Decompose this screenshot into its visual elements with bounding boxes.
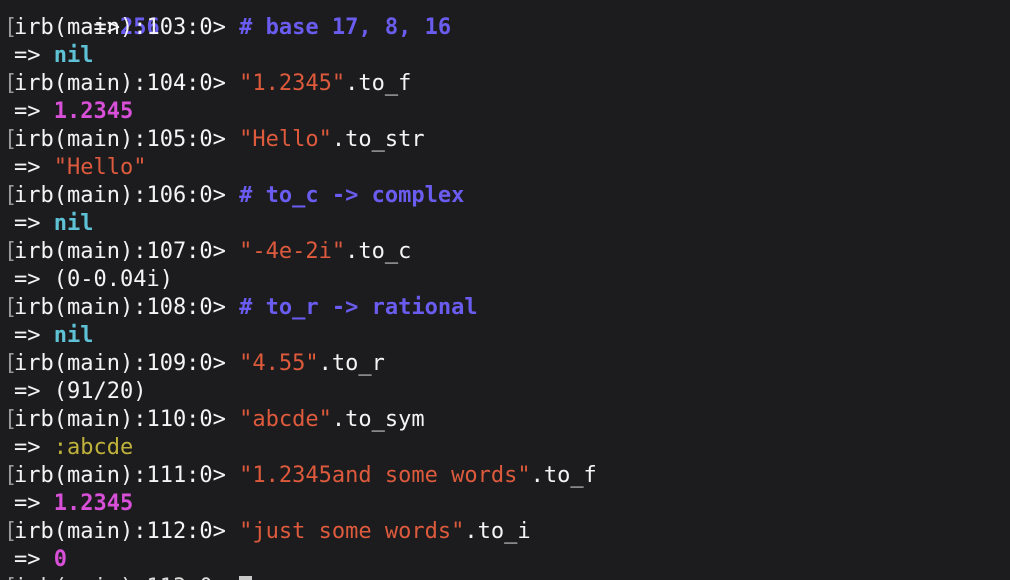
input-line: [irb(main):106:0> # to_c -> complex — [0, 182, 1010, 210]
input-method: .to_sym — [331, 407, 425, 432]
input-line: [irb(main):111:0> "1.2345and some words"… — [0, 462, 1010, 490]
irb-prompt: irb(main):106:0> — [14, 183, 240, 208]
input-string: "abcde" — [239, 407, 332, 432]
irb-prompt: irb(main):103:0> — [14, 15, 240, 40]
terminal-window[interactable]: =>256 [irb(main):103:0> # base 17, 8, 16… — [0, 0, 1010, 580]
line-marker: [ — [4, 407, 18, 432]
input-method: .to_c — [345, 239, 412, 264]
result-value: 1.2345 — [53, 491, 134, 516]
line-marker: [ — [4, 71, 18, 96]
line-marker: [ — [4, 15, 18, 40]
input-comment: # to_r -> rational — [239, 295, 478, 320]
result-line: => (91/20) — [0, 378, 1010, 406]
irb-prompt: irb(main):105:0> — [14, 127, 240, 152]
result-arrow: => — [14, 379, 54, 404]
input-string: "1.2345and some words" — [239, 463, 531, 488]
result-arrow: => — [14, 491, 54, 516]
input-comment: # to_c -> complex — [239, 183, 465, 208]
input-line: [irb(main):105:0> "Hello".to_str — [0, 126, 1010, 154]
text-cursor[interactable] — [239, 576, 253, 580]
line-marker: [ — [4, 183, 18, 208]
line-marker: [ — [4, 239, 18, 264]
result-line: =>256 — [0, 0, 1010, 40]
result-value: 1.2345 — [53, 99, 134, 124]
line-marker: [ — [4, 295, 18, 320]
input-line: [irb(main):109:0> "4.55".to_r — [0, 350, 1010, 378]
input-line: [irb(main):112:0> "just some words".to_i — [0, 518, 1010, 546]
input-method: .to_f — [345, 71, 412, 96]
input-line: [irb(main):108:0> # to_r -> rational — [0, 294, 1010, 322]
result-line: => (0-0.04i) — [0, 266, 1010, 294]
line-marker: [ — [4, 127, 18, 152]
input-line: [irb(main):107:0> "-4e-2i".to_c — [0, 238, 1010, 266]
irb-prompt: irb(main):110:0> — [14, 407, 240, 432]
input-line: [irb(main):103:0> # base 17, 8, 16 — [0, 14, 1010, 42]
result-line: => 0 — [0, 546, 1010, 574]
result-arrow: => — [14, 211, 54, 236]
irb-prompt: irb(main):108:0> — [14, 295, 240, 320]
input-string: "just some words" — [239, 519, 465, 544]
result-arrow: => — [14, 267, 54, 292]
result-arrow: => — [14, 43, 54, 68]
result-value: (0-0.04i) — [53, 267, 173, 292]
line-marker: [ — [4, 351, 18, 376]
result-arrow: => — [14, 99, 54, 124]
input-method: .to_str — [331, 127, 425, 152]
result-value: nil — [53, 211, 94, 236]
result-line: => nil — [0, 210, 1010, 238]
result-line: => 1.2345 — [0, 490, 1010, 518]
result-value: (91/20) — [53, 379, 147, 404]
irb-prompt: irb(main):112:0> — [14, 519, 240, 544]
result-value: "Hello" — [53, 155, 147, 180]
input-line: [irb(main):104:0> "1.2345".to_f — [0, 70, 1010, 98]
irb-prompt: irb(main):111:0> — [14, 463, 240, 488]
irb-prompt: irb(main):107:0> — [14, 239, 240, 264]
current-input-line[interactable]: [irb(main):113:0> — [0, 574, 1010, 580]
result-value: 0 — [53, 547, 67, 572]
input-string: "4.55" — [239, 351, 319, 376]
irb-prompt: irb(main):113:0> — [14, 575, 239, 580]
line-marker: [ — [4, 574, 17, 580]
input-string: "Hello" — [239, 127, 332, 152]
result-value: nil — [53, 323, 94, 348]
line-marker: [ — [4, 519, 18, 544]
result-arrow: => — [14, 323, 54, 348]
input-string: "-4e-2i" — [239, 239, 346, 264]
result-line: => "Hello" — [0, 154, 1010, 182]
line-marker: [ — [4, 463, 18, 488]
terminal-output: =>256 [irb(main):103:0> # base 17, 8, 16… — [0, 0, 1010, 580]
input-method: .to_r — [318, 351, 385, 376]
result-arrow: => — [14, 155, 54, 180]
result-line: => 1.2345 — [0, 98, 1010, 126]
input-method: .to_f — [530, 463, 597, 488]
input-line: [irb(main):110:0> "abcde".to_sym — [0, 406, 1010, 434]
result-value: nil — [53, 43, 94, 68]
irb-prompt: irb(main):104:0> — [14, 71, 240, 96]
result-line: => nil — [0, 42, 1010, 70]
input-string: "1.2345" — [239, 71, 346, 96]
result-arrow: => — [14, 547, 54, 572]
input-comment: # base 17, 8, 16 — [239, 15, 452, 40]
result-line: => :abcde — [0, 434, 1010, 462]
irb-prompt: irb(main):109:0> — [14, 351, 240, 376]
result-line: => nil — [0, 322, 1010, 350]
result-arrow: => — [14, 435, 54, 460]
result-value: :abcde — [53, 435, 134, 460]
input-method: .to_i — [464, 519, 531, 544]
